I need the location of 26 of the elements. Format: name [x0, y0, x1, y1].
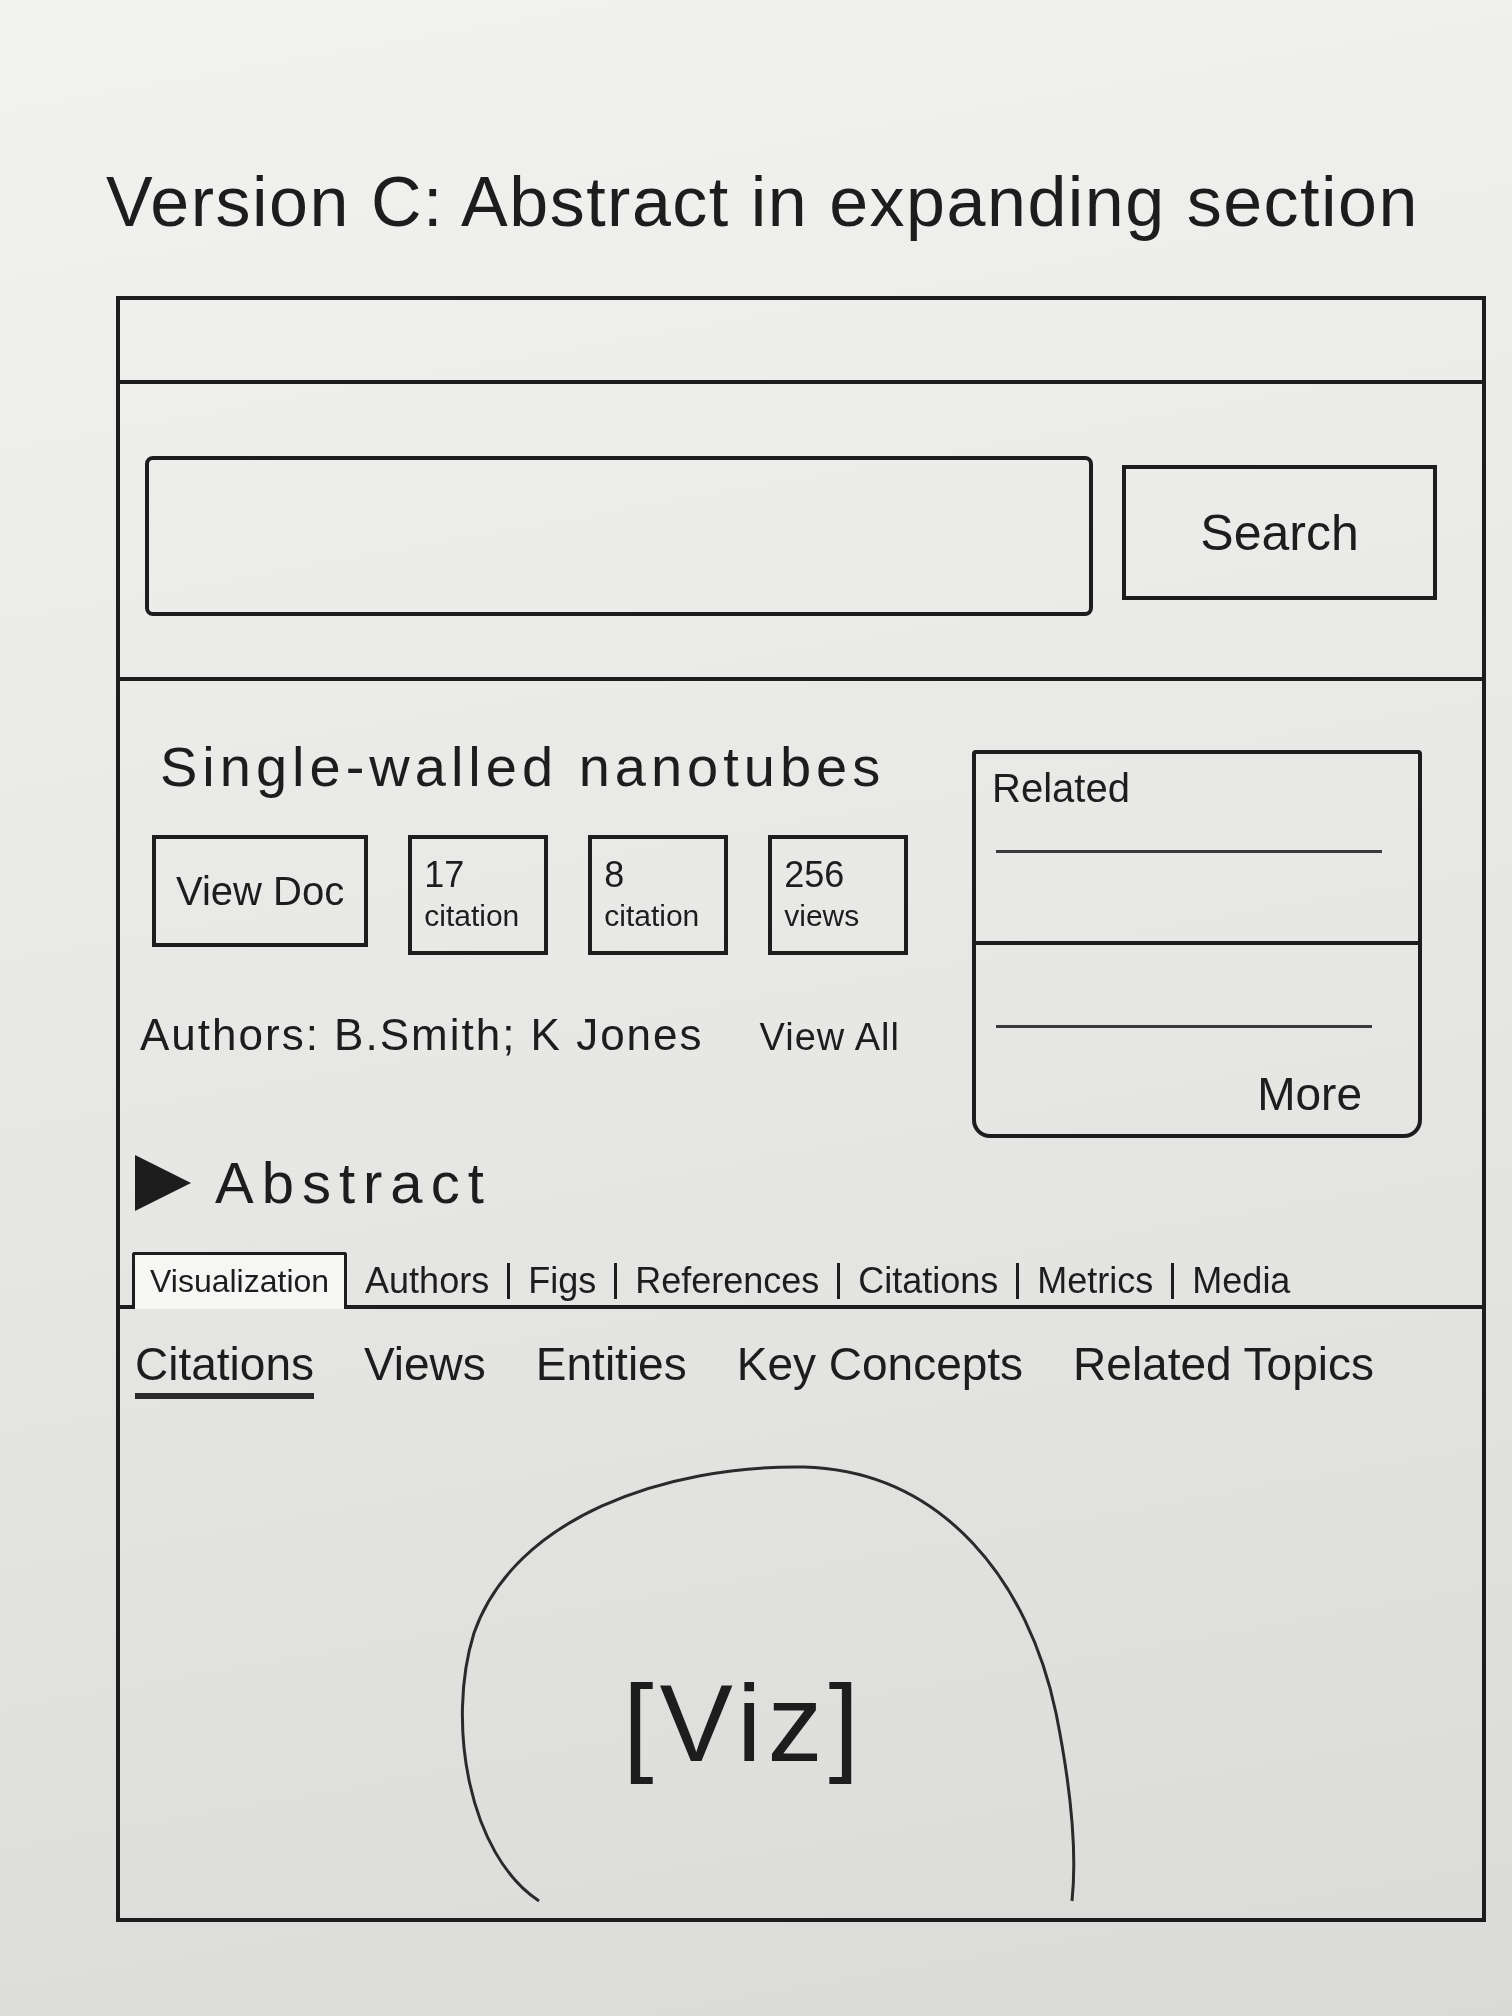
more-link[interactable]: More	[1257, 1066, 1362, 1122]
tab[interactable]: Metrics	[1019, 1252, 1172, 1305]
tab[interactable]: References	[617, 1252, 838, 1305]
search-button[interactable]: Search	[1122, 465, 1437, 600]
document-title: Single-walled nanotubes	[160, 734, 886, 800]
abstract-toggle[interactable]: Abstract	[135, 1150, 492, 1216]
tab[interactable]: Media	[1174, 1252, 1309, 1305]
view-all-link[interactable]: View All	[759, 1009, 900, 1065]
sub-tab[interactable]: Related Topics	[1073, 1335, 1374, 1399]
tab[interactable]: Authors	[347, 1252, 508, 1305]
view-doc-button[interactable]: View Doc	[152, 835, 369, 947]
authors-text: Authors: B.Smith; K Jones	[140, 1009, 704, 1061]
tab[interactable]: Citations	[840, 1252, 1017, 1305]
sub-tab[interactable]: Key Concepts	[736, 1335, 1024, 1399]
search-field[interactable]	[145, 456, 1093, 616]
metric-button[interactable]: 256 views	[768, 835, 909, 955]
page-title: Version C: Abstract in expanding section	[106, 162, 1419, 243]
tab[interactable]: Visualization	[132, 1252, 348, 1309]
metric-button[interactable]: 17 citation	[408, 835, 549, 955]
viz-placeholder-label: [Viz]	[623, 1661, 865, 1785]
panel-title: Related	[992, 765, 1130, 812]
sub-tab[interactable]: Views	[363, 1335, 486, 1399]
sub-tab[interactable]: Citations	[135, 1335, 314, 1399]
metric-button[interactable]: 8 citation	[588, 835, 729, 955]
tab[interactable]: Figs	[510, 1252, 615, 1305]
sub-tab[interactable]: Entities	[535, 1335, 687, 1399]
